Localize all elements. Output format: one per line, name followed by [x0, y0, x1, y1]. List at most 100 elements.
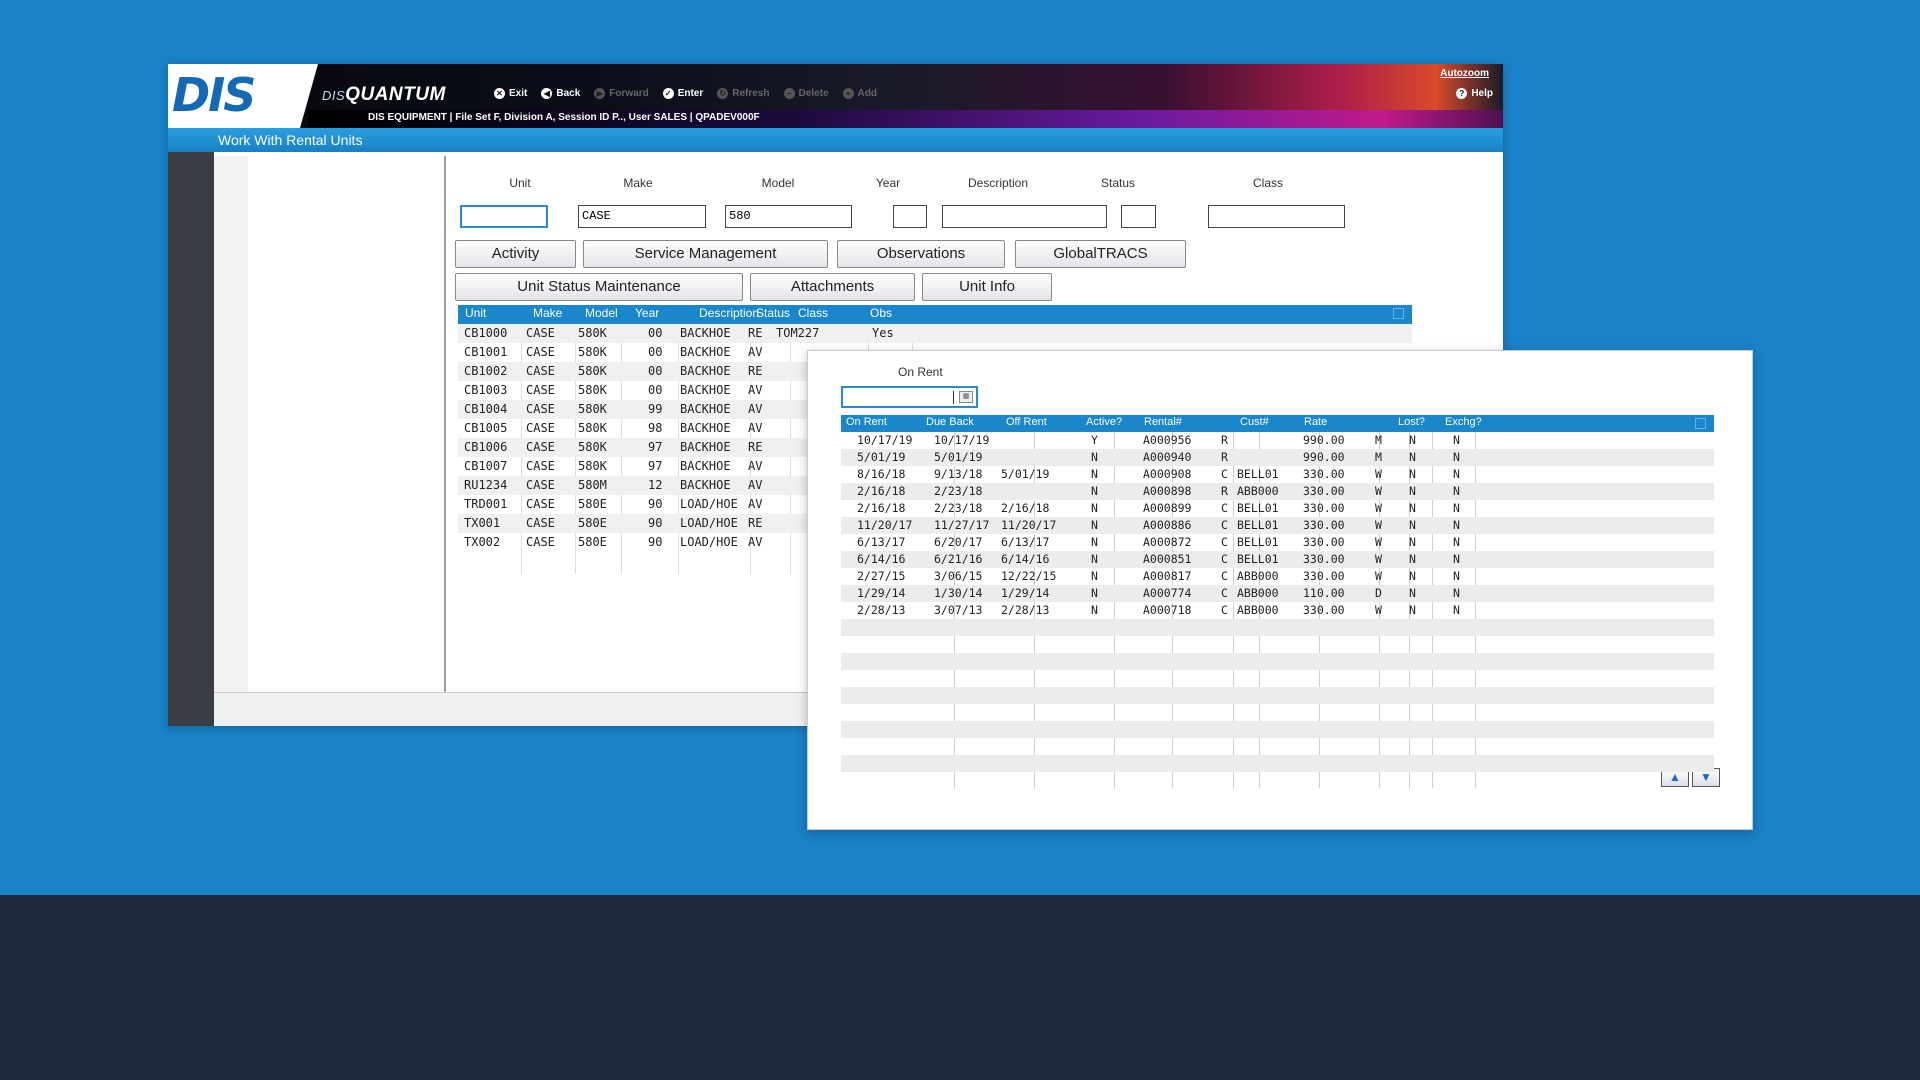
rental-cell: M	[1375, 450, 1382, 464]
service-management-button[interactable]: Service Management	[583, 240, 828, 268]
rental-column-header[interactable]: Cust#	[1240, 416, 1269, 428]
table-row[interactable]: 6/14/16 6/21/16 6/14/16 N A000851 C BELL01 330.…	[841, 551, 1714, 568]
refresh-icon: ↻	[717, 88, 729, 99]
units-cell: TX001	[464, 516, 501, 530]
table-row[interactable]: 2/16/18 2/23/18 2/16/18 N A000899 C BELL01 330.…	[841, 500, 1714, 517]
rental-cell: ABB000	[1237, 586, 1279, 600]
rental-cell: W	[1375, 484, 1382, 498]
rental-cell: M	[1375, 433, 1382, 447]
make-label: Make	[623, 176, 653, 190]
toolbar-button-4: ↻ Refresh	[717, 88, 770, 99]
rental-cell: N	[1409, 518, 1416, 532]
rental-column-header[interactable]: Off Rent	[1006, 416, 1047, 428]
year-input[interactable]	[893, 205, 927, 228]
rental-cell: D	[1375, 586, 1382, 600]
units-cell: CB1006	[464, 440, 508, 454]
rental-cell: W	[1375, 603, 1382, 617]
rental-column-header[interactable]: On Rent	[846, 416, 887, 428]
units-column-header[interactable]: Year	[635, 306, 659, 320]
unit-status-maintenance-button[interactable]: Unit Status Maintenance	[455, 273, 743, 301]
rental-cell: 330.00	[1303, 569, 1345, 583]
left-nav-bar	[168, 152, 214, 726]
attachments-button[interactable]: Attachments	[750, 273, 915, 301]
rental-cell: ABB000	[1237, 484, 1279, 498]
on-rent-input[interactable]: ▦	[841, 386, 978, 408]
toolbar-button-label: Enter	[677, 88, 704, 99]
units-cell: 90	[648, 535, 663, 549]
units-column-header[interactable]: Model	[585, 306, 618, 320]
rental-column-header[interactable]: Lost?	[1398, 416, 1425, 428]
units-cell: 00	[648, 345, 663, 359]
observations-button[interactable]: Observations	[837, 240, 1005, 268]
rental-cell: C	[1221, 518, 1228, 532]
column-menu-icon[interactable]	[1695, 418, 1706, 429]
rental-cell: C	[1221, 501, 1228, 515]
rental-cell: BELL01	[1237, 518, 1279, 532]
units-column-header[interactable]: Unit	[465, 306, 486, 320]
model-label: Model	[761, 176, 795, 190]
autozoom-link[interactable]: Autozoom	[1440, 68, 1489, 79]
rental-cell: C	[1221, 467, 1228, 481]
table-row[interactable]: 1/29/14 1/30/14 1/29/14 N A000774 C ABB000 110.…	[841, 585, 1714, 602]
units-cell: 580E	[578, 516, 607, 530]
units-cell: Yes	[872, 326, 894, 340]
units-cell: RE	[748, 440, 763, 454]
units-column-header[interactable]: Obs	[870, 306, 892, 320]
class-input[interactable]	[1208, 205, 1345, 228]
rental-cell: 2/23/18	[934, 484, 983, 498]
status-input[interactable]	[1121, 205, 1156, 228]
rental-column-header[interactable]: Exchg?	[1445, 416, 1482, 428]
rental-column-header[interactable]: Due Back	[926, 416, 974, 428]
toolbar-button-label: Refresh	[732, 88, 770, 99]
units-column-header[interactable]: Make	[533, 306, 562, 320]
toolbar-button-1[interactable]: ◀ Back	[541, 88, 580, 99]
units-cell: AV	[748, 421, 763, 435]
units-cell: BACKHOE	[680, 440, 731, 454]
globaltracs-button[interactable]: GlobalTRACS	[1015, 240, 1186, 268]
rental-cell: 330.00	[1303, 467, 1345, 481]
unit-input[interactable]	[460, 205, 548, 228]
unit-info-button[interactable]: Unit Info	[922, 273, 1052, 301]
model-input[interactable]: 580	[725, 205, 852, 228]
rental-cell: 6/14/16	[1001, 552, 1050, 566]
table-row[interactable]: 11/20/17 11/27/17 11/20/17 N A000886 C BELL01 3…	[841, 517, 1714, 534]
rental-cell: W	[1375, 569, 1382, 583]
units-cell: 580K	[578, 383, 607, 397]
rental-cell: A000872	[1143, 535, 1192, 549]
rental-cell: A000908	[1143, 467, 1192, 481]
table-row[interactable]: 2/28/13 3/07/13 2/28/13 N A000718 C ABB000 330.…	[841, 602, 1714, 619]
units-column-header[interactable]: Description	[699, 306, 759, 320]
rental-cell: 11/27/17	[934, 518, 990, 532]
units-column-header[interactable]: Status	[756, 306, 790, 320]
rental-cell: N	[1453, 501, 1460, 515]
table-row[interactable]: 6/13/17 6/20/17 6/13/17 N A000872 C BELL01 330.…	[841, 534, 1714, 551]
rental-column-header[interactable]: Rate	[1304, 416, 1327, 428]
table-row[interactable]: 2/27/15 3/06/15 12/22/15 N A000817 C ABB000 330…	[841, 568, 1714, 585]
units-cell: AV	[748, 402, 763, 416]
toolbar-button-3[interactable]: ✓ Enter	[662, 88, 704, 99]
help-icon: ?	[1456, 88, 1468, 99]
table-row[interactable]: 10/17/19 10/17/19 Y A000956 R 990.00 M N N	[841, 432, 1714, 449]
calendar-icon[interactable]: ▦	[959, 391, 973, 403]
logo-box: DIS	[168, 64, 318, 128]
units-column-header[interactable]: Class	[798, 306, 828, 320]
make-input[interactable]: CASE	[578, 205, 706, 228]
rental-cell: 6/20/17	[934, 535, 983, 549]
help-button[interactable]: ? Help	[1456, 88, 1493, 99]
rental-column-header[interactable]: Rental#	[1144, 416, 1182, 428]
rental-cell: A000940	[1143, 450, 1192, 464]
table-row[interactable]: 5/01/19 5/01/19 N A000940 R 990.00 M N N	[841, 449, 1714, 466]
activity-button[interactable]: Activity	[455, 240, 576, 268]
toolbar-button-0[interactable]: ✕ Exit	[494, 88, 527, 99]
table-row[interactable]: 2/16/18 2/23/18 N A000898 R ABB000 330.00 W N N	[841, 483, 1714, 500]
description-input[interactable]	[942, 205, 1107, 228]
arrow-up-icon: ▲	[1669, 770, 1681, 784]
rental-cell: 2/16/18	[857, 484, 906, 498]
units-cell: BACKHOE	[680, 402, 731, 416]
product-prefix: DIS	[322, 88, 346, 103]
rental-column-header[interactable]: Active?	[1086, 416, 1122, 428]
table-row[interactable]: CB1000 CASE 580K 00 BACKHOE RE TOM227 Yes	[458, 324, 1412, 343]
column-menu-icon[interactable]	[1393, 308, 1404, 319]
table-row[interactable]: 8/16/18 9/13/18 5/01/19 N A000908 C BELL01 330.…	[841, 466, 1714, 483]
text-cursor	[953, 391, 954, 404]
